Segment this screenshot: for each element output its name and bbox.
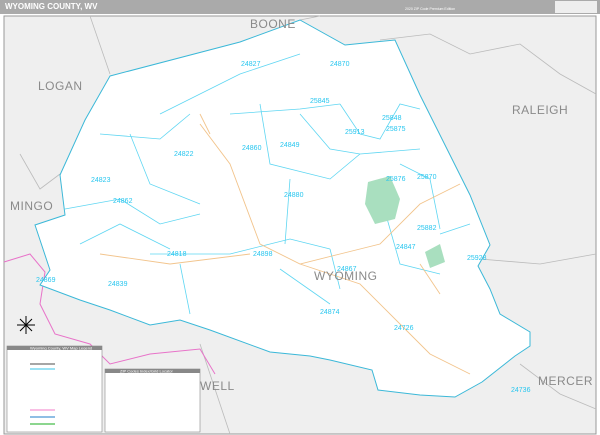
zip-label[interactable]: 24823	[91, 177, 111, 184]
county-label-well: WELL	[200, 379, 235, 393]
zip-label[interactable]: 24822	[174, 151, 194, 158]
zip-label[interactable]: 25928	[467, 255, 487, 262]
zip-label[interactable]: 24867	[337, 266, 357, 273]
zip-label[interactable]: 25875	[386, 126, 406, 133]
county-label-mingo: MINGO	[10, 199, 53, 213]
zip-label[interactable]: 24839	[108, 281, 128, 288]
map-subtitle: 2020 ZIP Code Premium Edition	[405, 7, 456, 11]
county-label-mercer: MERCER	[538, 374, 593, 388]
zip-label[interactable]: 24880	[284, 192, 304, 199]
zip-label[interactable]: 24736	[511, 387, 531, 394]
market-maps-logo	[555, 1, 597, 13]
zip-label[interactable]: 25913	[345, 129, 365, 136]
zip-label[interactable]: 24870	[330, 61, 350, 68]
zip-code-map[interactable]: BOONE LOGAN RALEIGH MINGO MERCER WELL WY…	[0, 14, 600, 435]
title-bar: WYOMING COUNTY, WV 2020 ZIP Code Premium…	[0, 0, 600, 14]
zip-label[interactable]: 25870	[417, 174, 437, 181]
zip-label[interactable]: 25882	[417, 225, 437, 232]
zip-label[interactable]: 24827	[241, 61, 261, 68]
county-label-raleigh: RALEIGH	[512, 103, 568, 117]
svg-text:ZIP Codes Index/Grid Locator: ZIP Codes Index/Grid Locator	[120, 369, 174, 374]
county-label-boone: BOONE	[250, 17, 296, 31]
zip-label[interactable]: 24860	[242, 145, 262, 152]
zip-label[interactable]: 25845	[310, 98, 330, 105]
map-legend: Wyoming County, WV Map Legend	[6, 346, 103, 433]
svg-text:Wyoming County, WV Map Legend: Wyoming County, WV Map Legend	[30, 346, 92, 351]
zip-label[interactable]: 24869	[36, 277, 56, 284]
zip-label[interactable]: 24862	[113, 198, 133, 205]
zip-index-grid-locator: ZIP Codes Index/Grid Locator	[104, 369, 201, 433]
zip-label[interactable]: 25876	[386, 176, 406, 183]
zip-label[interactable]: 24818	[167, 251, 187, 258]
zip-label[interactable]: 25848	[382, 115, 402, 122]
zip-label[interactable]: 24726	[394, 325, 414, 332]
county-label-logan: LOGAN	[38, 79, 83, 93]
zip-label[interactable]: 24847	[396, 244, 416, 251]
zip-label[interactable]: 24874	[320, 309, 340, 316]
zip-label[interactable]: 24849	[280, 142, 300, 149]
zip-label[interactable]: 24898	[253, 251, 273, 258]
map-title: WYOMING COUNTY, WV	[5, 2, 98, 11]
